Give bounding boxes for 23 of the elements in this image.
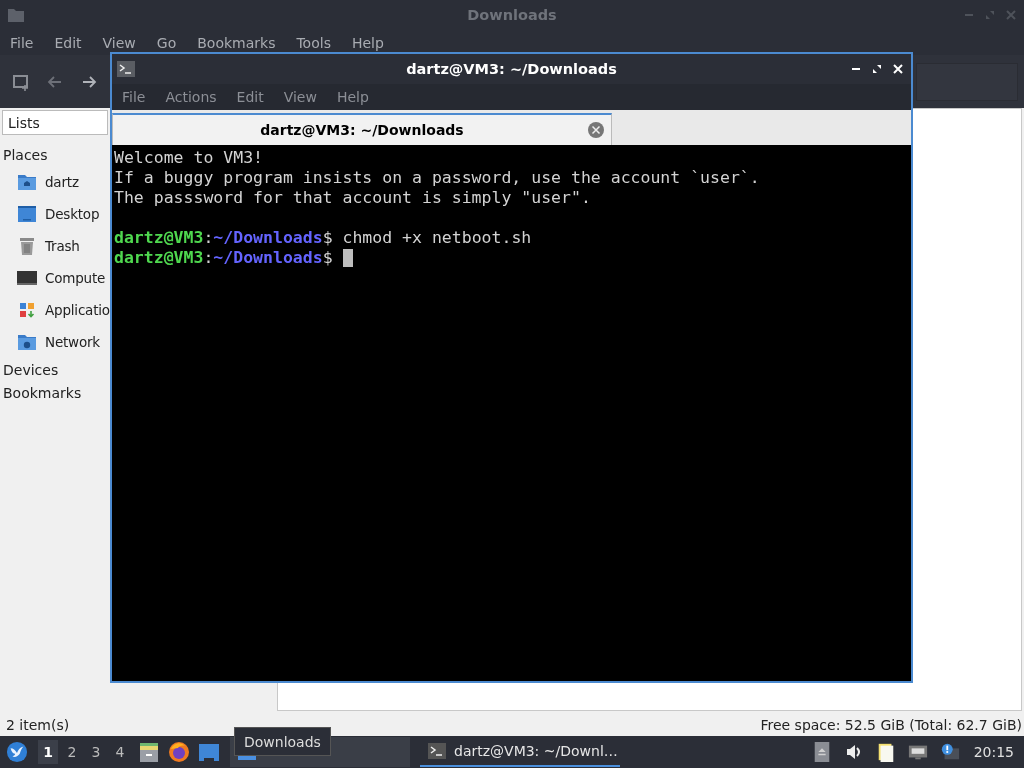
window-title: dartz@VM3: ~/Downloads [406, 61, 617, 77]
place-label: Applicatio [45, 302, 110, 318]
output-line: Welcome to VM3! [114, 148, 263, 168]
place-label: Compute [45, 270, 106, 286]
place-label: dartz [45, 174, 79, 190]
prompt-path: ~/Downloads [213, 248, 323, 268]
output-line: If a buggy program insists on a password, use the account `user`. [114, 168, 760, 188]
status-text: 2 item(s) [6, 717, 70, 733]
free-space-text: Free space: 52.5 GiB (Total: 62.7 GiB) [760, 717, 1022, 733]
prompt-separator: : [203, 228, 214, 248]
prompt-path: ~/Downloads [213, 228, 323, 248]
place-label: Desktop [45, 206, 100, 222]
prompt-user: dartz@VM3 [114, 248, 204, 268]
command-text: chmod +x netboot.sh [342, 228, 532, 248]
place-label: Network [45, 334, 100, 350]
window-title: Downloads [467, 7, 557, 23]
tooltip: Downloads [234, 727, 331, 756]
prompt-separator: : [203, 248, 214, 268]
prompt-symbol: $ [322, 248, 333, 268]
prompt-user: dartz@VM3 [114, 228, 204, 248]
place-label: Trash [45, 238, 80, 254]
output-line: The passsword for that account is simply "user". [114, 188, 591, 208]
prompt-symbol: $ [322, 228, 333, 248]
